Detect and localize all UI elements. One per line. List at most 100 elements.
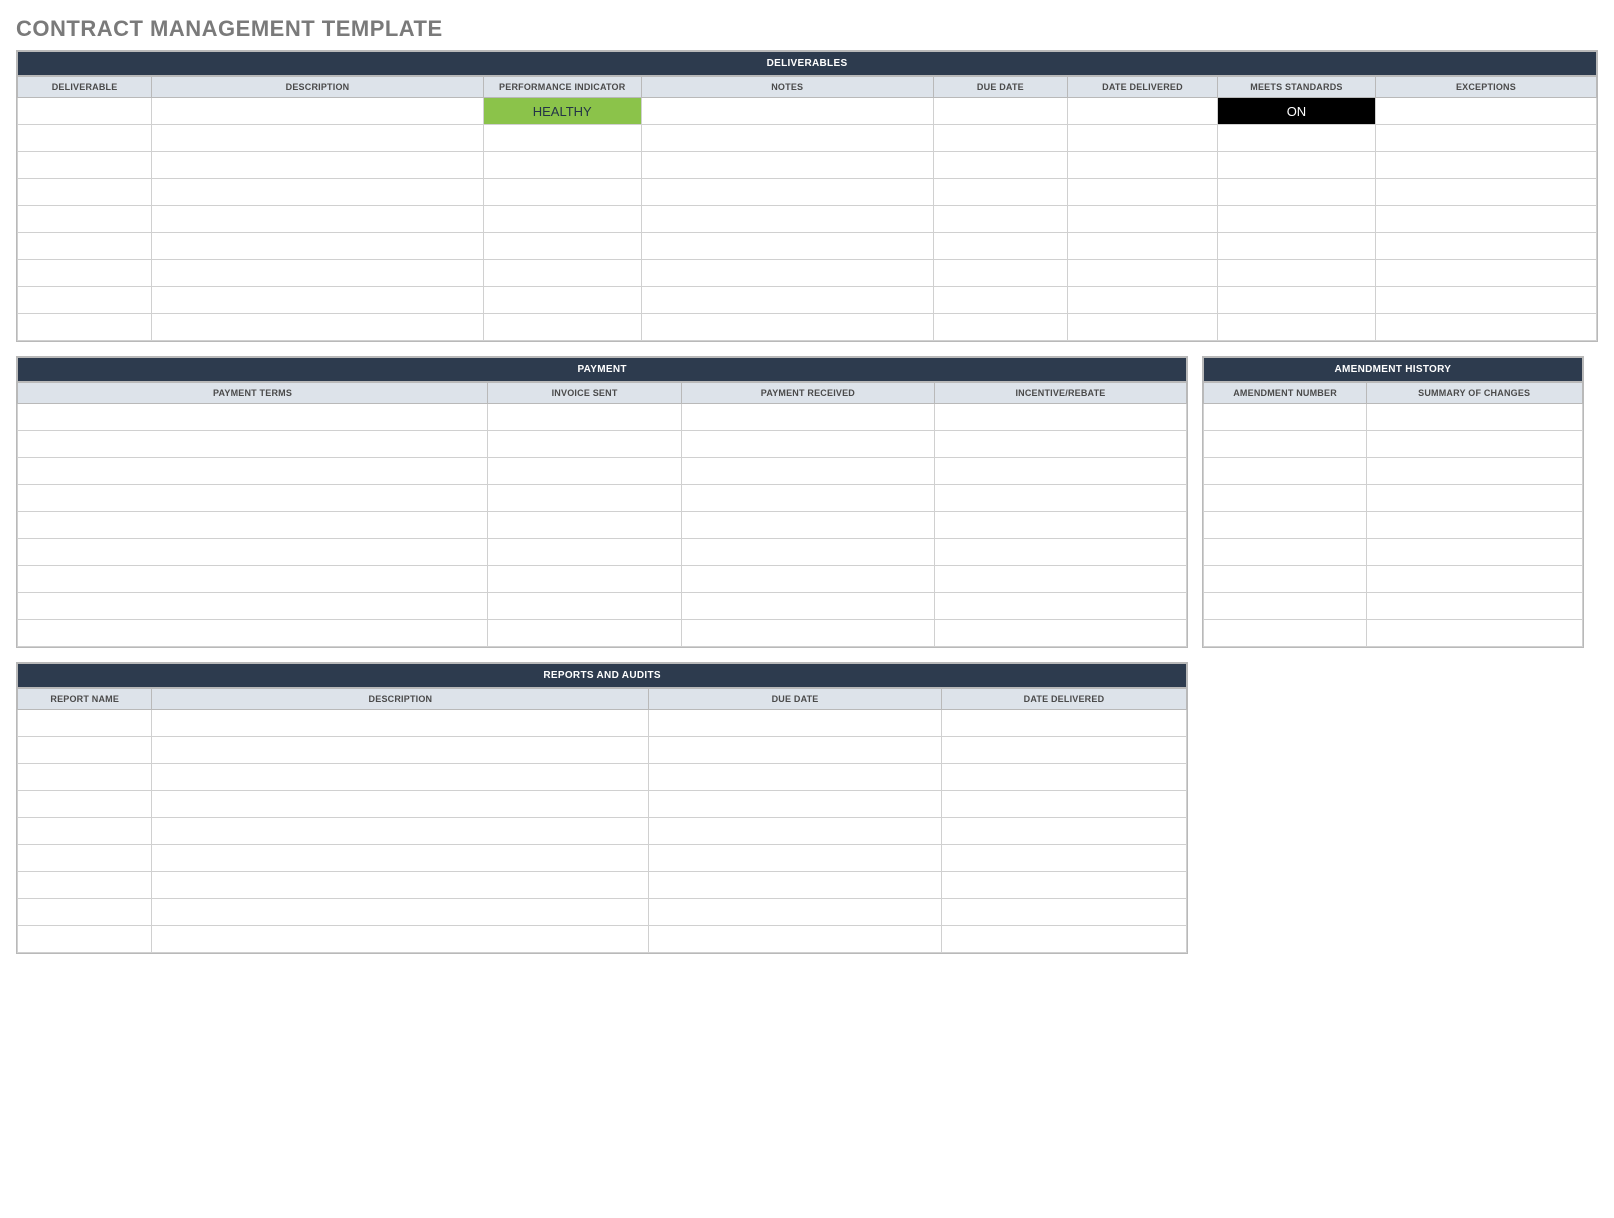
table-cell[interactable]: [1068, 152, 1218, 179]
table-cell[interactable]: [1366, 485, 1582, 512]
table-cell[interactable]: [682, 620, 935, 647]
table-cell[interactable]: [483, 206, 641, 233]
table-cell[interactable]: [1375, 98, 1596, 125]
table-cell[interactable]: [941, 791, 1187, 818]
table-cell[interactable]: [483, 260, 641, 287]
table-cell[interactable]: [18, 872, 152, 899]
table-cell[interactable]: [934, 458, 1187, 485]
table-cell[interactable]: [941, 872, 1187, 899]
table-cell[interactable]: [934, 512, 1187, 539]
table-cell[interactable]: [682, 566, 935, 593]
table-cell[interactable]: [682, 485, 935, 512]
table-cell[interactable]: [152, 710, 649, 737]
table-cell[interactable]: [649, 818, 941, 845]
table-cell[interactable]: [649, 791, 941, 818]
table-cell[interactable]: [1204, 458, 1367, 485]
table-cell[interactable]: [18, 125, 152, 152]
table-cell[interactable]: [1366, 593, 1582, 620]
table-cell[interactable]: [1068, 206, 1218, 233]
table-cell[interactable]: [1375, 152, 1596, 179]
table-cell[interactable]: [649, 872, 941, 899]
table-cell[interactable]: [1218, 314, 1376, 341]
table-cell[interactable]: [1218, 125, 1376, 152]
table-cell[interactable]: [488, 593, 682, 620]
table-cell[interactable]: [641, 206, 933, 233]
table-cell[interactable]: [18, 233, 152, 260]
table-cell[interactable]: [1375, 233, 1596, 260]
table-cell[interactable]: [152, 287, 484, 314]
table-cell[interactable]: [682, 539, 935, 566]
table-cell[interactable]: [933, 287, 1067, 314]
table-cell[interactable]: [641, 98, 933, 125]
table-cell[interactable]: [18, 485, 488, 512]
table-cell[interactable]: [641, 287, 933, 314]
table-cell[interactable]: [1366, 566, 1582, 593]
table-cell[interactable]: [18, 431, 488, 458]
table-cell[interactable]: [152, 737, 649, 764]
table-cell[interactable]: [152, 791, 649, 818]
table-cell[interactable]: [18, 98, 152, 125]
table-cell[interactable]: [934, 431, 1187, 458]
table-cell[interactable]: [18, 260, 152, 287]
table-cell[interactable]: [933, 260, 1067, 287]
table-cell[interactable]: [18, 620, 488, 647]
table-cell[interactable]: [934, 620, 1187, 647]
table-cell[interactable]: [18, 458, 488, 485]
table-cell[interactable]: [682, 512, 935, 539]
table-cell[interactable]: [1204, 431, 1367, 458]
table-cell[interactable]: [933, 206, 1067, 233]
table-cell[interactable]: [641, 125, 933, 152]
table-cell[interactable]: [152, 233, 484, 260]
table-cell[interactable]: [152, 152, 484, 179]
table-cell[interactable]: [1218, 260, 1376, 287]
table-cell[interactable]: [682, 458, 935, 485]
table-cell[interactable]: [1068, 125, 1218, 152]
table-cell[interactable]: [1366, 431, 1582, 458]
table-cell[interactable]: [488, 539, 682, 566]
table-cell[interactable]: [1218, 179, 1376, 206]
table-cell[interactable]: [1068, 314, 1218, 341]
table-cell[interactable]: [1068, 98, 1218, 125]
table-cell[interactable]: [934, 404, 1187, 431]
table-cell[interactable]: [18, 404, 488, 431]
table-cell[interactable]: [152, 98, 484, 125]
table-cell[interactable]: [18, 926, 152, 953]
table-cell[interactable]: [1204, 566, 1367, 593]
table-cell[interactable]: [152, 926, 649, 953]
table-cell[interactable]: [1204, 404, 1367, 431]
table-cell[interactable]: [1204, 593, 1367, 620]
table-cell[interactable]: [933, 233, 1067, 260]
table-cell[interactable]: [18, 152, 152, 179]
table-cell[interactable]: [488, 620, 682, 647]
table-cell[interactable]: [18, 593, 488, 620]
table-cell[interactable]: [1204, 539, 1367, 566]
table-cell[interactable]: [483, 287, 641, 314]
table-cell[interactable]: [483, 314, 641, 341]
table-cell[interactable]: [483, 125, 641, 152]
table-cell[interactable]: [933, 125, 1067, 152]
table-cell[interactable]: [1375, 260, 1596, 287]
table-cell[interactable]: [152, 845, 649, 872]
table-cell[interactable]: [1375, 314, 1596, 341]
table-cell[interactable]: [941, 845, 1187, 872]
table-cell[interactable]: [488, 566, 682, 593]
table-cell[interactable]: [649, 926, 941, 953]
table-cell[interactable]: [152, 125, 484, 152]
table-cell[interactable]: [941, 926, 1187, 953]
table-cell[interactable]: [1068, 260, 1218, 287]
table-cell[interactable]: [682, 431, 935, 458]
table-cell[interactable]: [1375, 287, 1596, 314]
table-cell[interactable]: [18, 512, 488, 539]
table-cell[interactable]: [488, 404, 682, 431]
table-cell[interactable]: [18, 764, 152, 791]
table-cell[interactable]: [1068, 287, 1218, 314]
table-cell[interactable]: [18, 566, 488, 593]
table-cell[interactable]: [18, 899, 152, 926]
table-cell[interactable]: [933, 314, 1067, 341]
table-cell[interactable]: [18, 791, 152, 818]
table-cell[interactable]: [152, 260, 484, 287]
table-cell[interactable]: [18, 314, 152, 341]
table-cell[interactable]: [1204, 512, 1367, 539]
table-cell[interactable]: [1366, 404, 1582, 431]
table-cell[interactable]: [682, 593, 935, 620]
